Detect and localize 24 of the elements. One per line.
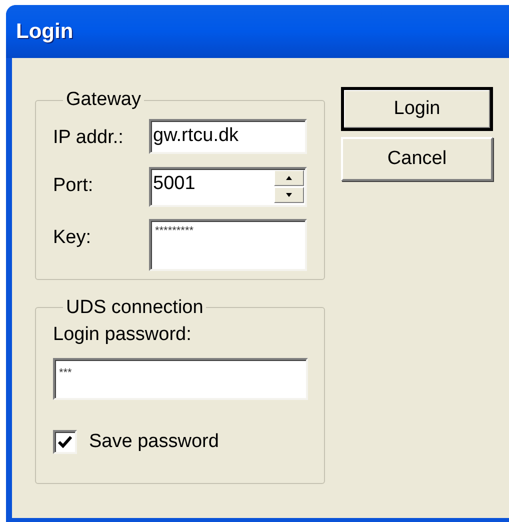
spin-down-button[interactable]	[274, 186, 304, 202]
down-arrow-icon	[286, 192, 292, 196]
field-value: ***	[58, 367, 72, 379]
field-label: Key:	[53, 226, 92, 250]
checkbox[interactable]	[53, 430, 77, 454]
window-title: Login	[16, 18, 74, 45]
field-label: IP addr.:	[53, 126, 124, 150]
field-value: 5001	[152, 172, 196, 196]
spin-field[interactable]: 5001	[149, 166, 307, 206]
up-arrow-icon	[286, 176, 292, 180]
dialog-button[interactable]: Login	[341, 87, 493, 131]
field-label: Login password:	[53, 323, 192, 347]
spin-up-button[interactable]	[274, 170, 304, 186]
checkbox-label: Save password	[89, 430, 219, 454]
password-field[interactable]: ***	[53, 358, 308, 400]
group-title: UDS connection	[65, 296, 204, 320]
input-field[interactable]: gw.rtcu.dk	[149, 118, 307, 154]
check-icon	[58, 436, 72, 448]
group-title: Gateway	[65, 88, 142, 112]
field-label: Port:	[53, 174, 94, 198]
input-field[interactable]: *********	[149, 218, 307, 270]
dialog-button[interactable]: Cancel	[341, 137, 493, 181]
field-value: *********	[154, 224, 194, 238]
field-value: gw.rtcu.dk	[152, 124, 239, 148]
